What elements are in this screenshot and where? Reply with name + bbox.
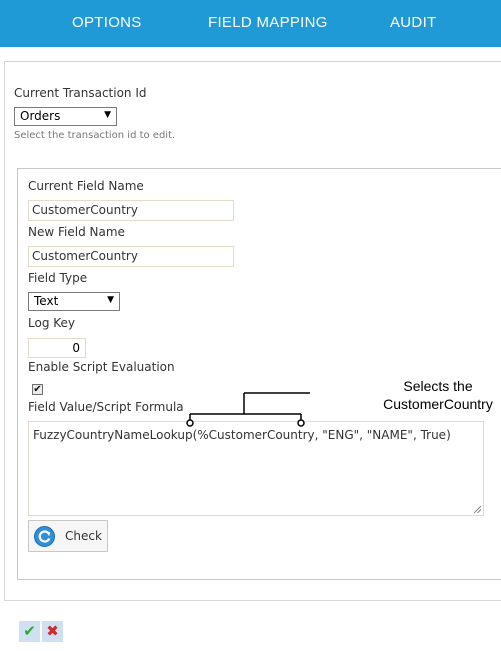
enable-script-checkbox[interactable]: ✔ [32,384,43,395]
log-key-label: Log Key [28,316,76,330]
tab-bar: OPTIONS FIELD MAPPING AUDIT [0,0,501,47]
current-field-name-label: Current Field Name [28,179,144,193]
callout-line-2: CustomerCountry [383,396,493,412]
tab-field-mapping[interactable]: FIELD MAPPING [208,14,328,31]
red-x-icon: ✖ [46,622,59,640]
enable-script-label: Enable Script Evaluation [28,360,175,374]
callout-line-1: Selects the [403,378,473,394]
field-type-select[interactable]: Text ▼ [28,292,120,311]
check-button-label: Check [65,529,102,543]
formula-text: FuzzyCountryNameLookup(%CustomerCountry,… [33,428,451,442]
formula-textarea[interactable]: FuzzyCountryNameLookup(%CustomerCountry,… [28,421,484,516]
green-checkmark-icon: ✔ [23,622,36,640]
refresh-icon [34,526,55,547]
tab-options[interactable]: OPTIONS [72,14,142,31]
transaction-id-hint: Select the transaction id to edit. [14,130,176,141]
new-field-name-label: New Field Name [28,225,125,239]
tab-audit[interactable]: AUDIT [390,14,437,31]
cancel-button[interactable]: ✖ [42,621,63,642]
check-button[interactable]: Check [28,520,108,552]
dropdown-arrow-icon: ▼ [107,295,114,305]
transaction-id-select[interactable]: Orders ▼ [14,107,117,126]
formula-label: Field Value/Script Formula [28,400,184,414]
log-key-input[interactable]: 0 [28,338,86,358]
field-type-label: Field Type [28,271,88,285]
callout-bracket [186,392,310,427]
transaction-id-label: Current Transaction Id [14,86,147,100]
resize-grip-icon[interactable] [474,506,481,513]
dropdown-arrow-icon: ▼ [104,110,111,120]
field-type-value: Text [34,294,59,308]
current-field-name-input[interactable]: CustomerCountry [28,200,234,221]
new-field-name-input[interactable]: CustomerCountry [28,246,234,267]
accept-button[interactable]: ✔ [19,621,40,642]
transaction-id-value: Orders [20,109,61,123]
